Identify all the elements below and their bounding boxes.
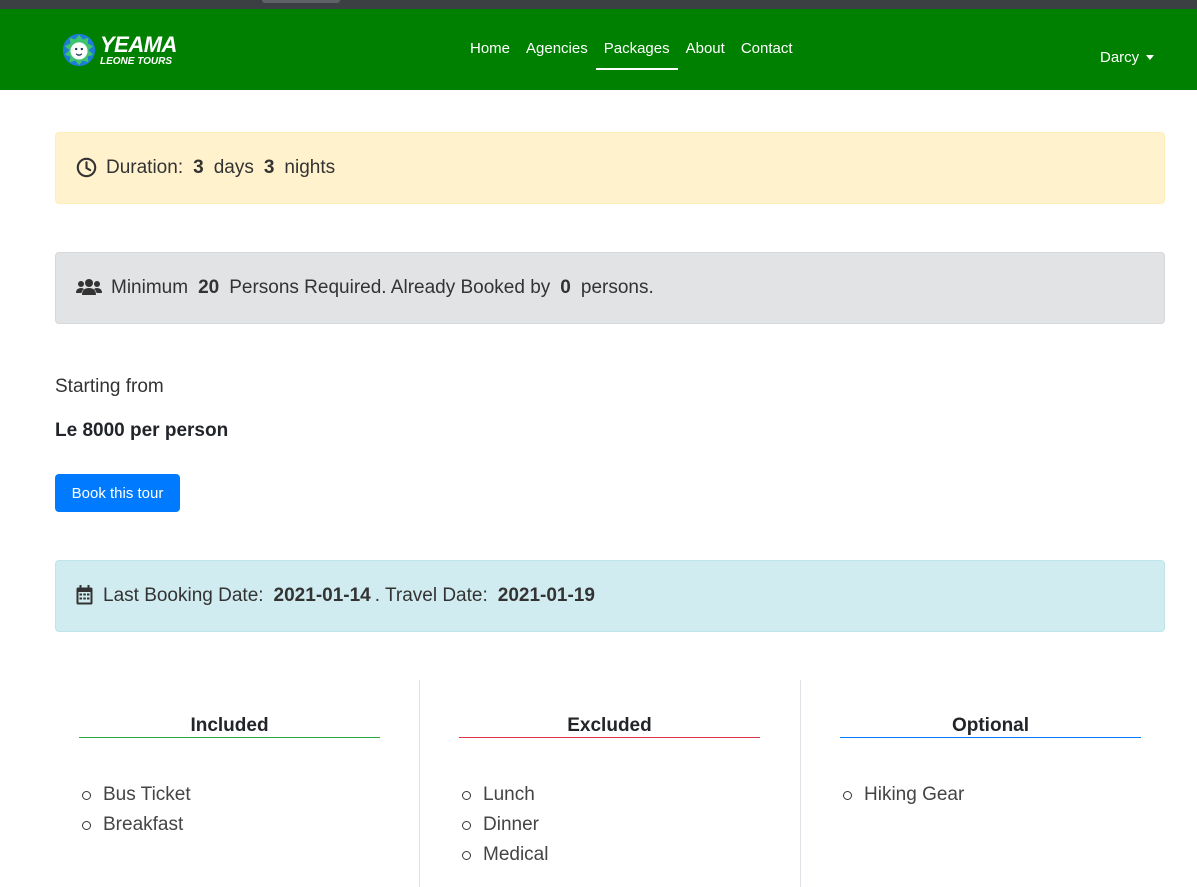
price-text: Le 8000 per person [55, 420, 229, 441]
duration-nights-label: nights [284, 157, 336, 178]
nav-link-contact[interactable]: Contact [733, 40, 801, 70]
excluded-title: Excluded [459, 714, 760, 738]
starting-from-label: Starting from [55, 376, 164, 397]
travel-date: 2021-01-19 [497, 585, 595, 606]
optional-title: Optional [840, 714, 1141, 738]
optional-list: Hiking Gear [840, 782, 1141, 812]
last-booking-label: Last Booking Date: [103, 585, 264, 606]
duration-prefix: Duration: [106, 157, 184, 178]
list-item: Breakfast [79, 812, 380, 842]
nav-link-packages[interactable]: Packages [595, 40, 678, 70]
nav-link-about[interactable]: About [678, 40, 733, 70]
users-icon [76, 277, 103, 299]
list-item: Lunch [459, 782, 760, 812]
brand-name: YEAMA [100, 31, 177, 57]
persons-middle: Persons Required. Already Booked by [229, 277, 551, 298]
optional-column: Optional Hiking Gear [840, 714, 1141, 812]
excluded-list: Lunch Dinner Medical [459, 782, 760, 872]
browser-tab[interactable] [262, 0, 340, 3]
duration-alert: Duration: 3 days 3 nights [55, 132, 1165, 204]
navbar: YEAMA LEONE TOURS Home Agencies Packages… [0, 9, 1197, 90]
included-column: Included Bus Ticket Breakfast [79, 714, 380, 842]
last-booking-date: 2021-01-14 [273, 585, 371, 606]
duration-days-label: days [213, 157, 254, 178]
nav-links: Home Agencies Packages About Contact [462, 40, 801, 70]
user-name: Darcy [1100, 49, 1140, 66]
list-item: Bus Ticket [79, 782, 380, 812]
nav-link-home[interactable]: Home [462, 40, 518, 70]
duration-days: 3 [193, 157, 204, 178]
included-title: Included [79, 714, 380, 738]
column-divider [800, 680, 801, 887]
persons-alert: Minimum 20 Persons Required. Already Boo… [55, 252, 1165, 324]
user-dropdown[interactable]: Darcy [1100, 49, 1155, 66]
excluded-column: Excluded Lunch Dinner Medical [459, 714, 760, 872]
travel-date-label: . Travel Date: [374, 585, 488, 606]
nav-link-agencies[interactable]: Agencies [518, 40, 596, 70]
persons-prefix: Minimum [111, 277, 189, 298]
list-item: Dinner [459, 812, 760, 842]
persons-suffix: persons. [580, 277, 654, 298]
calendar-icon [76, 585, 95, 607]
duration-nights: 3 [263, 157, 275, 178]
dates-alert: Last Booking Date: 2021-01-14 . Travel D… [55, 560, 1165, 632]
list-item: Medical [459, 842, 760, 872]
list-item: Hiking Gear [840, 782, 1141, 812]
lion-logo-icon [62, 33, 96, 67]
clock-icon [76, 157, 98, 179]
persons-booked: 0 [560, 277, 571, 298]
column-divider [419, 680, 420, 887]
persons-minimum: 20 [198, 277, 220, 298]
caret-down-icon [1146, 55, 1155, 60]
included-list: Bus Ticket Breakfast [79, 782, 380, 842]
brand-logo[interactable]: YEAMA LEONE TOURS [60, 31, 177, 69]
browser-top-strip [0, 0, 1197, 9]
book-tour-button[interactable]: Book this tour [55, 474, 180, 512]
brand-tagline: LEONE TOURS [100, 55, 173, 67]
